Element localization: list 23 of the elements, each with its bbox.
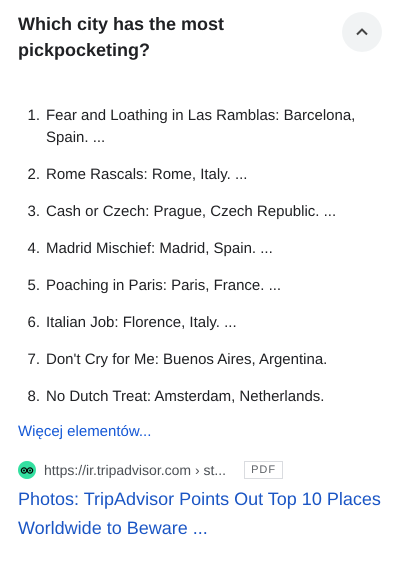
result-title-link[interactable]: Photos: TripAdvisor Points Out Top 10 Places Worldwide to Beware ...: [18, 485, 382, 543]
list-item-text: Fear and Loathing in Las Ramblas: Barcelona, Spain. ...: [46, 106, 356, 148]
question-title: Which city has the most pickpocketing?: [18, 13, 226, 62]
owl-logo-icon: [18, 461, 36, 479]
list-item-text: No Dutch Treat: Amsterdam, Netherlands.: [46, 387, 326, 407]
list-number: 4.: [26, 239, 40, 259]
file-type-badge: PDF: [244, 461, 284, 479]
list-number: 6.: [26, 313, 40, 333]
list-item-text: Poaching in Paris: Paris, France. ...: [46, 276, 282, 296]
list-number: 3.: [26, 202, 40, 222]
list-number: 7.: [26, 350, 40, 370]
list-item-text: Don't Cry for Me: Buenos Aires, Argentina.: [46, 350, 328, 370]
list-number: 8.: [26, 387, 40, 407]
source-url: https://ir.tripadvisor.com › st...: [44, 462, 226, 478]
collapse-button[interactable]: [342, 12, 382, 52]
list-item-text: Madrid Mischief: Madrid, Spain. ...: [46, 239, 274, 259]
list-number: 2.: [26, 165, 40, 185]
more-items-link[interactable]: Więcej elementów...: [18, 423, 152, 440]
list-item-text: Rome Rascals: Rome, Italy. ...: [46, 165, 248, 185]
list-number: 1.: [26, 106, 40, 126]
list-item-text: Italian Job: Florence, Italy. ...: [46, 313, 238, 333]
list-item-text: Cash or Czech: Prague, Czech Republic. ...: [46, 202, 338, 222]
list-number: 5.: [26, 276, 40, 296]
